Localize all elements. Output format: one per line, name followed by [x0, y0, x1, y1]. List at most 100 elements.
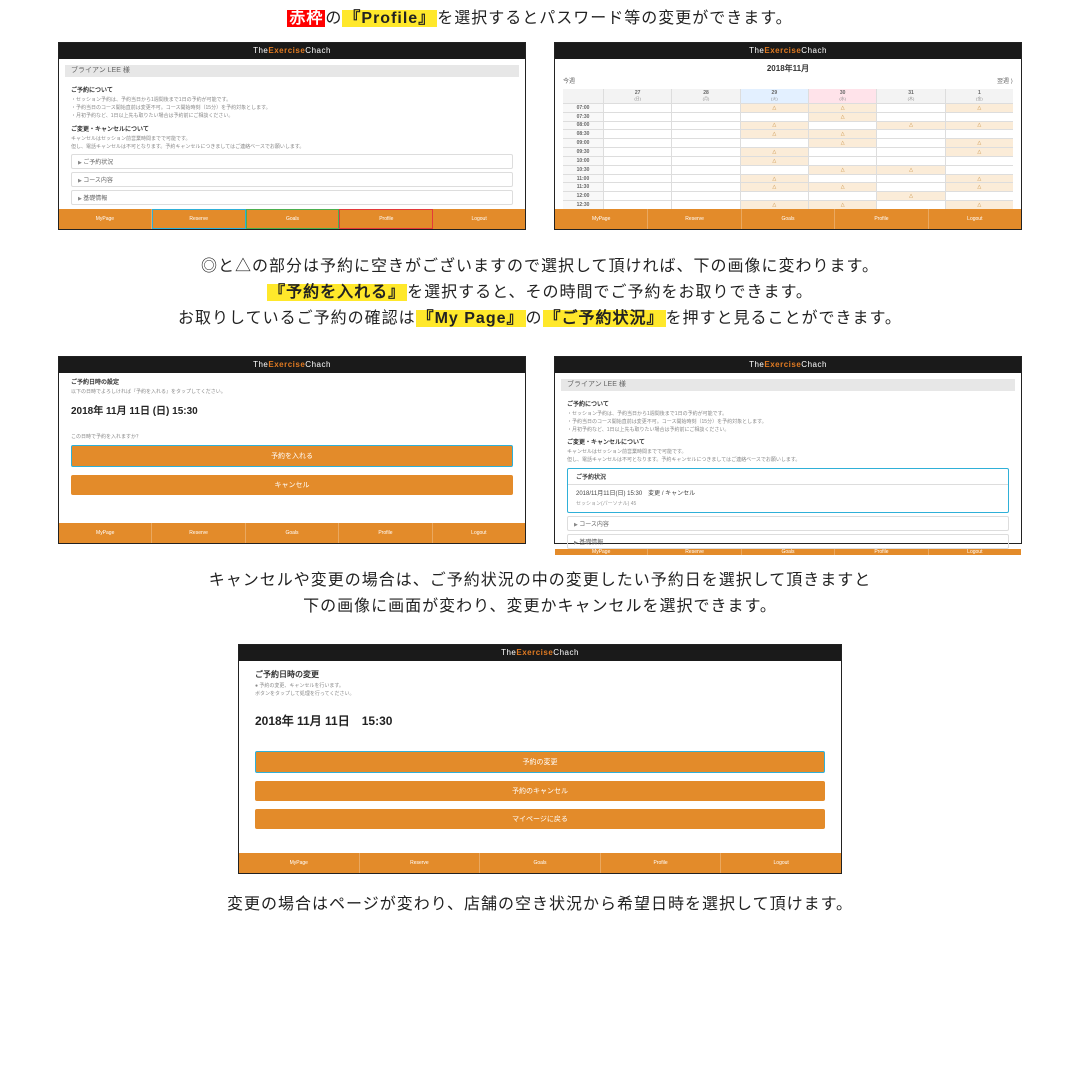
- app-titlebar: TheExerciseChach: [239, 645, 841, 661]
- calendar-slot[interactable]: △: [946, 139, 1013, 147]
- calendar-slot[interactable]: △: [741, 104, 808, 112]
- calendar-slot[interactable]: △: [877, 192, 944, 200]
- change-booking-button[interactable]: 予約の変更: [255, 751, 825, 773]
- selected-datetime: 2018年 11月 11日 15:30: [255, 712, 825, 729]
- cancel-button[interactable]: キャンセル: [71, 475, 513, 495]
- calendar-slot: [672, 192, 739, 200]
- cal-prev[interactable]: 今週: [563, 76, 575, 85]
- calendar-slot[interactable]: △: [809, 183, 876, 191]
- footer-tabs: MyPage Reserve Goals Profile Logout: [239, 853, 841, 873]
- calendar-slot: [809, 122, 876, 130]
- calendar-slot: [604, 175, 671, 183]
- calendar-day-header: 31(木): [877, 89, 944, 103]
- calendar-slot: [604, 157, 671, 165]
- time-label: 09:30: [563, 148, 603, 156]
- confirm-booking-button[interactable]: 予約を入れる: [71, 445, 513, 467]
- accordion-basic[interactable]: 基礎情報: [71, 190, 513, 205]
- calendar-slot: [672, 139, 739, 147]
- calendar-slot: [604, 139, 671, 147]
- calendar-slot: [672, 175, 739, 183]
- cancel-booking-button[interactable]: 予約のキャンセル: [255, 781, 825, 801]
- app-titlebar: TheExerciseChach: [555, 43, 1021, 59]
- calendar-grid: 27(日)28(月)29(火)30(水)31(木)1(金)07:00△△△07:…: [563, 89, 1013, 209]
- calendar-slot[interactable]: △: [809, 166, 876, 174]
- calendar-slot[interactable]: △: [946, 122, 1013, 130]
- calendar-slot: [946, 113, 1013, 121]
- screenshot-reservation-status: TheExerciseChach ブライアン LEE 様 ご予約について ・セッ…: [554, 356, 1022, 544]
- calendar-slot: [672, 104, 739, 112]
- time-label: 12:30: [563, 201, 603, 209]
- highlight-profile: 『Profile』: [342, 10, 437, 27]
- calendar-slot[interactable]: △: [809, 104, 876, 112]
- cal-next[interactable]: 翌週 ⟩: [997, 76, 1013, 85]
- calendar-slot[interactable]: △: [809, 130, 876, 138]
- tab-mypage[interactable]: MyPage: [59, 209, 152, 229]
- calendar-slot[interactable]: △: [741, 157, 808, 165]
- calendar-slot: [877, 175, 944, 183]
- time-label: 07:00: [563, 104, 603, 112]
- time-label: 07:30: [563, 113, 603, 121]
- calendar-slot: [946, 157, 1013, 165]
- back-to-mypage-button[interactable]: マイページに戻る: [255, 809, 825, 829]
- tab-reserve[interactable]: Reserve: [152, 209, 246, 229]
- footer-tabs: MyPage Reserve Goals Profile Logout: [555, 549, 1021, 555]
- calendar-slot: [809, 157, 876, 165]
- calendar-slot: [672, 157, 739, 165]
- calendar-slot: [741, 139, 808, 147]
- calendar-slot[interactable]: △: [741, 183, 808, 191]
- tab-goals[interactable]: Goals: [246, 209, 340, 229]
- calendar-slot: [809, 192, 876, 200]
- calendar-slot: [946, 166, 1013, 174]
- calendar-slot[interactable]: △: [741, 201, 808, 209]
- calendar-slot[interactable]: △: [946, 148, 1013, 156]
- calendar-slot: [877, 157, 944, 165]
- screenshot-change-cancel: TheExerciseChach ご予約日時の変更 ● 予約の変更、キャンセルを…: [238, 644, 842, 874]
- tab-profile[interactable]: Profile: [339, 209, 433, 229]
- calendar-slot: [604, 201, 671, 209]
- calendar-slot[interactable]: △: [809, 139, 876, 147]
- reservation-item[interactable]: 2018/11月11日(日) 15:30 変更 / キャンセル: [568, 485, 1008, 500]
- calendar-slot: [741, 113, 808, 121]
- calendar-slot[interactable]: △: [741, 148, 808, 156]
- calendar-slot[interactable]: △: [946, 104, 1013, 112]
- calendar-slot: [877, 148, 944, 156]
- calendar-slot: [604, 192, 671, 200]
- calendar-slot[interactable]: △: [809, 201, 876, 209]
- calendar-slot: [877, 130, 944, 138]
- accordion-reservations[interactable]: ご予約状況: [71, 154, 513, 169]
- accordion-reservations-open[interactable]: ご予約状況 2018/11月11日(日) 15:30 変更 / キャンセル セッ…: [567, 468, 1009, 513]
- calendar-slot: [877, 113, 944, 121]
- calendar-slot[interactable]: △: [741, 122, 808, 130]
- calendar-day-header: 29(火): [741, 89, 808, 103]
- calendar-slot: [672, 130, 739, 138]
- time-label: 08:00: [563, 122, 603, 130]
- calendar-title: 2018年11月: [563, 63, 1013, 74]
- calendar-slot[interactable]: △: [946, 175, 1013, 183]
- calendar-slot[interactable]: △: [809, 113, 876, 121]
- screenshot-calendar: TheExerciseChach 2018年11月 今週翌週 ⟩ 27(日)28…: [554, 42, 1022, 230]
- time-label: 11:00: [563, 175, 603, 183]
- calendar-slot: [672, 148, 739, 156]
- calendar-slot: [604, 104, 671, 112]
- paragraph-3: キャンセルや変更の場合は、ご予約状況の中の変更したい予約日を選択して頂きますと …: [18, 568, 1062, 620]
- time-label: 10:00: [563, 157, 603, 165]
- paragraph-2: ◎と△の部分は予約に空きがございますので選択して頂ければ、下の画像に変わります。…: [18, 254, 1062, 332]
- intro-line: 赤枠の『Profile』を選択するとパスワード等の変更ができます。: [18, 4, 1062, 28]
- calendar-slot: [672, 166, 739, 174]
- screenshot-confirm-booking: TheExerciseChach ご予約日時の設定 以下の日時でよろしければ『予…: [58, 356, 526, 544]
- footer-tabs: MyPage Reserve Goals Profile Logout: [555, 209, 1021, 229]
- calendar-slot[interactable]: △: [877, 166, 944, 174]
- accordion-course[interactable]: コース内容: [71, 172, 513, 187]
- calendar-slot[interactable]: △: [741, 130, 808, 138]
- calendar-slot[interactable]: △: [946, 201, 1013, 209]
- user-greeting: ブライアン LEE 様: [65, 65, 519, 77]
- app-titlebar: TheExerciseChach: [59, 357, 525, 373]
- calendar-slot: [604, 122, 671, 130]
- calendar-slot[interactable]: △: [877, 122, 944, 130]
- calendar-day-header: 1(金): [946, 89, 1013, 103]
- tab-logout[interactable]: Logout: [433, 209, 525, 229]
- calendar-slot: [672, 183, 739, 191]
- calendar-slot[interactable]: △: [741, 175, 808, 183]
- calendar-slot[interactable]: △: [946, 183, 1013, 191]
- calendar-slot: [604, 183, 671, 191]
